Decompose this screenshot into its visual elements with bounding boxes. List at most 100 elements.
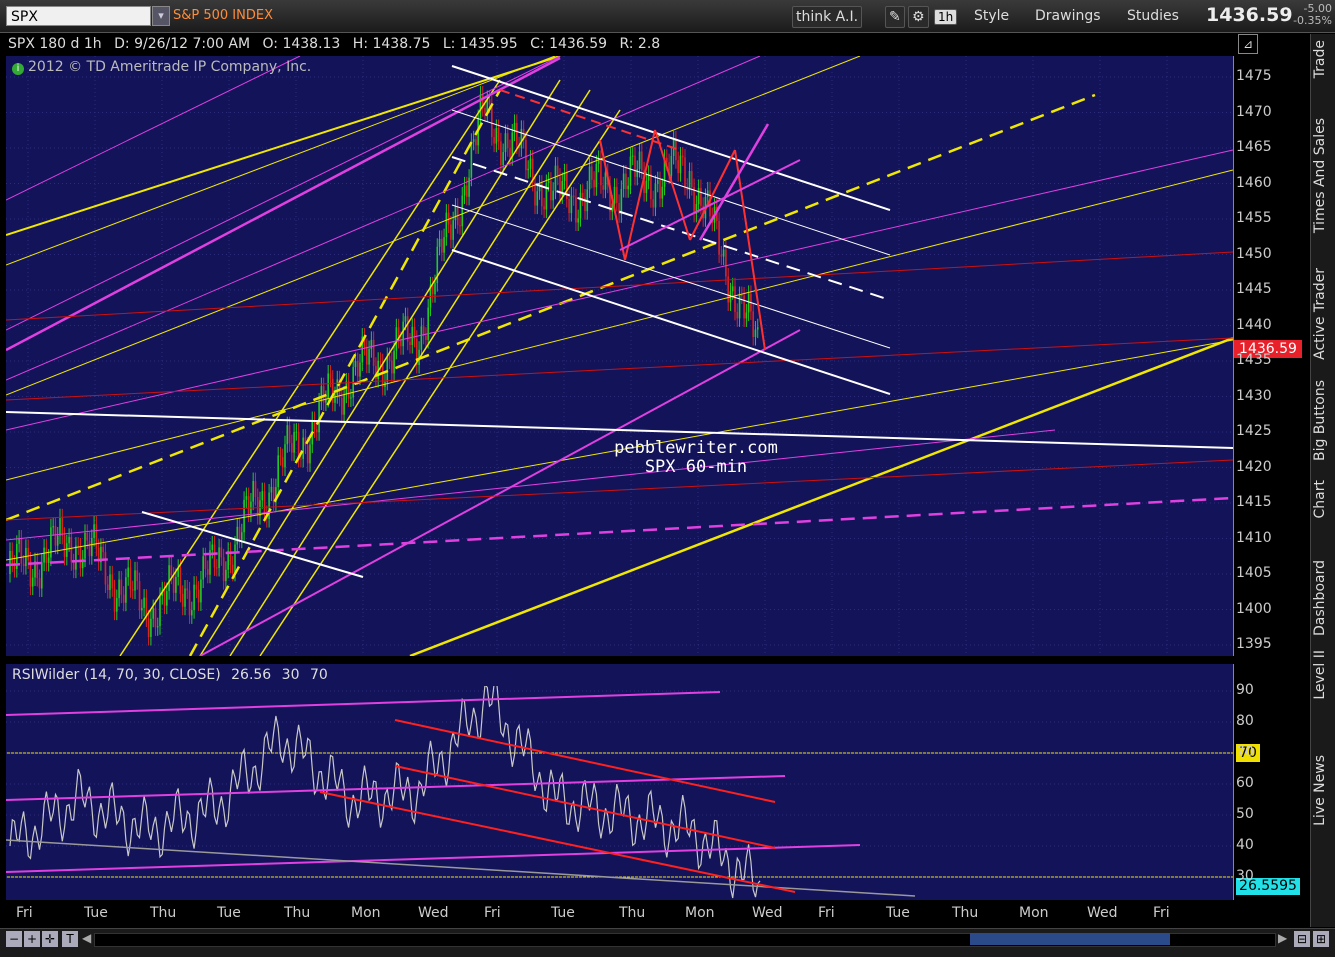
yellow-channel-line xyxy=(119,79,501,656)
candle-body xyxy=(484,108,486,114)
candle-body xyxy=(745,312,748,319)
candle-body xyxy=(550,180,552,201)
candle-body xyxy=(370,339,373,350)
yellow-support-line xyxy=(409,336,1233,656)
candle-body xyxy=(677,160,679,174)
magenta-line xyxy=(6,56,761,381)
candle-body xyxy=(434,283,436,295)
rsi-label: RSIWilder (14, 70, 30, CLOSE) xyxy=(12,667,221,683)
candle-body xyxy=(341,397,343,415)
crosshair-icon[interactable]: ✛ xyxy=(42,931,58,947)
rsi-tick: 50 xyxy=(1236,806,1254,822)
candle-body xyxy=(302,437,304,459)
time-label: Fri xyxy=(484,905,501,921)
scrollbar-thumb[interactable] xyxy=(970,933,1170,945)
candle-body xyxy=(179,567,182,594)
candle-body xyxy=(654,183,657,208)
zoom-fit-icon[interactable]: ⊞ xyxy=(1313,931,1329,947)
time-label: Wed xyxy=(418,905,449,921)
candle-body xyxy=(188,590,191,616)
candle-body xyxy=(722,249,725,257)
price-tick: 1420 xyxy=(1236,458,1272,475)
side-tab[interactable]: Dashboard xyxy=(1312,560,1334,636)
zoom-out-icon[interactable]: − xyxy=(6,931,22,947)
scroll-right-icon[interactable]: ▶ xyxy=(1278,931,1287,945)
candle-body xyxy=(511,132,514,158)
time-label: Mon xyxy=(685,905,715,921)
magenta-dashed-line xyxy=(6,496,1233,567)
candle-body xyxy=(411,326,414,345)
candle-body xyxy=(63,535,66,557)
red-line xyxy=(6,251,1233,321)
rsi-tick: 40 xyxy=(1236,837,1254,853)
price-tick: 1425 xyxy=(1236,423,1272,439)
scroll-left-icon[interactable]: ◀ xyxy=(82,931,91,945)
side-tab[interactable]: Trade xyxy=(1312,40,1334,78)
magenta-line xyxy=(6,56,301,201)
candle-body xyxy=(70,536,73,563)
price-tick: 1430 xyxy=(1236,387,1272,404)
rsi-tick: 90 xyxy=(1236,682,1254,698)
time-label: Thu xyxy=(952,905,979,921)
candle-body xyxy=(425,335,427,340)
candle-body xyxy=(688,171,691,191)
candle-body xyxy=(218,547,220,568)
candle-body xyxy=(175,576,177,593)
candle-body xyxy=(118,579,120,599)
candle-body xyxy=(661,186,664,199)
candle-body xyxy=(41,562,43,589)
candle-body xyxy=(388,356,391,361)
side-tab[interactable]: Live News xyxy=(1312,755,1334,826)
candle-body xyxy=(595,163,598,188)
candle-body xyxy=(122,594,125,603)
zoom-in-icon[interactable]: + xyxy=(24,931,40,947)
candle-body xyxy=(393,350,395,374)
side-tab[interactable]: Times And Sales xyxy=(1312,118,1334,233)
side-tab[interactable]: Big Buttons xyxy=(1312,380,1334,461)
candle-body xyxy=(756,327,759,330)
candle-body xyxy=(579,192,582,219)
magenta-line xyxy=(199,329,801,656)
candle-body xyxy=(629,156,632,186)
white-channel-line xyxy=(451,249,891,395)
candle-body xyxy=(241,532,243,540)
side-tab[interactable]: Chart xyxy=(1312,480,1334,518)
candle-body xyxy=(354,361,357,368)
time-label: Wed xyxy=(1087,905,1118,921)
rsi-tick: 60 xyxy=(1236,775,1254,791)
price-tick: 1410 xyxy=(1236,529,1272,546)
candle-body xyxy=(554,165,557,191)
candle-body xyxy=(104,552,107,585)
candle-body xyxy=(288,425,291,444)
candle-body xyxy=(86,532,89,541)
candle-body xyxy=(206,568,209,575)
candle-body xyxy=(670,155,673,176)
candle-body xyxy=(438,238,441,247)
time-label: Thu xyxy=(619,905,646,921)
time-label: Tue xyxy=(551,905,575,921)
candle-body xyxy=(454,206,457,221)
info-icon[interactable]: i xyxy=(12,63,24,75)
candle-body xyxy=(88,540,91,557)
candle-body xyxy=(59,517,61,536)
candle-body xyxy=(409,341,411,345)
side-tab[interactable]: Active Trader xyxy=(1312,268,1334,360)
time-label: Thu xyxy=(150,905,177,921)
expand-icon[interactable]: ⊟ xyxy=(1294,931,1310,947)
candle-body xyxy=(320,386,323,402)
candle-body xyxy=(359,362,361,377)
side-tab[interactable]: Level II xyxy=(1312,650,1334,700)
copyright-label: 2012 © TD Ameritrade IP Company, Inc. xyxy=(28,59,312,75)
candle-body xyxy=(697,188,700,205)
candle-body xyxy=(356,361,359,377)
rsi-low: 30 xyxy=(281,667,300,683)
candle-body xyxy=(279,455,282,458)
candle-body xyxy=(50,527,52,558)
candle-body xyxy=(102,546,104,553)
candle-body xyxy=(236,526,239,545)
price-tick: 1460 xyxy=(1236,174,1272,191)
candle-body xyxy=(700,188,702,206)
candle-body xyxy=(331,378,334,403)
text-tool-icon[interactable]: T xyxy=(62,931,78,947)
candle-body xyxy=(502,152,504,166)
